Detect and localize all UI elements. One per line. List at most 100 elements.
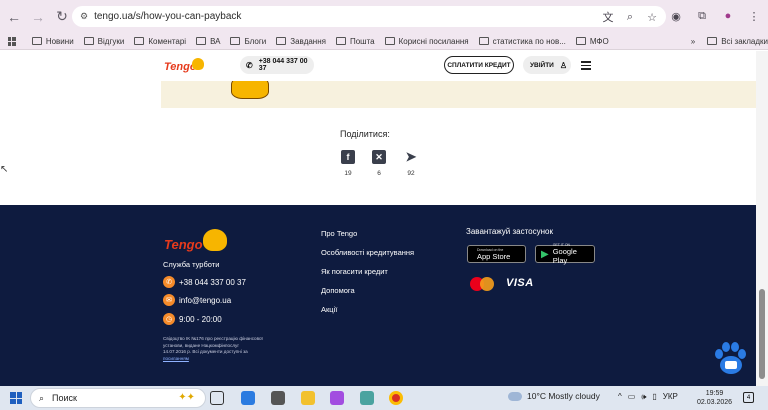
mouse-cursor-icon: ↖ [0,164,9,175]
windows-taskbar: ⌕ Поиск ✦✦ 10°C Mostly cloudy ^ ▭ 🕪 ▯ УК… [0,386,768,410]
bookmark-blogy[interactable]: Блоги [230,37,266,46]
phone-icon: ✆ [246,60,253,70]
zoom-icon[interactable]: ⌕ [622,9,638,25]
bookmark-novyny[interactable]: Новини [31,37,74,46]
bookmark-korysni[interactable]: Корисні посилання [384,37,469,46]
tray-chevron-icon[interactable]: ^ [618,392,622,402]
copilot-app-icon[interactable] [330,391,344,405]
share-count: 6 [377,170,381,177]
notifications-icon[interactable]: 4 [743,392,754,403]
google-play-button[interactable]: ▶ GET IT ON Google Play [535,243,595,265]
browser-toolbar: ← → ↻ ⚙ tengo.ua/s/how-you-can-payback 文… [0,0,768,33]
mascot-banner [161,81,756,108]
folder-icon [196,37,207,45]
share-x[interactable]: ✕ 6 [371,150,387,177]
search-highlight-icon: ✦✦ [178,392,195,403]
volume-icon[interactable]: 🕪 [641,392,646,402]
site-info-icon[interactable]: ⚙ [80,11,88,22]
logo-cat-icon [192,58,204,70]
phone-icon: ✆ [163,276,175,288]
share-telegram[interactable]: ➤ 92 [403,149,419,177]
bookmark-zavdannia[interactable]: Завдання [276,37,326,46]
login-button[interactable]: УВІЙТИ ♙ [523,56,571,74]
footer-email[interactable]: ✉ info@tengo.ua [163,294,231,306]
battery-icon[interactable]: ▯ [652,392,656,402]
app-download-title: Завантажуй застосунок [466,227,553,236]
scrollbar-thumb[interactable] [759,289,765,379]
folder-icon [230,37,241,45]
footer-link-how-to-pay[interactable]: Як погасити кредит [321,267,388,276]
notes-app-icon[interactable] [360,391,374,405]
back-icon[interactable]: ← [4,7,24,27]
reload-icon[interactable]: ↻ [52,7,72,27]
file-explorer-icon[interactable] [301,391,315,405]
address-bar[interactable]: ⚙ tengo.ua/s/how-you-can-payback 文 ⌕ ☆ [72,6,666,27]
footer-link-about[interactable]: Про Tengo [321,229,357,238]
facebook-icon: f [341,150,355,164]
bookmarks-more[interactable]: » [691,37,695,46]
apps-icon[interactable] [8,36,16,46]
cloud-icon [508,391,522,401]
bookmark-komentari[interactable]: Коментарі [134,37,186,46]
store-app-icon[interactable] [241,391,255,405]
footer-phone[interactable]: ✆ +38 044 337 00 37 [163,276,246,288]
chat-paw-icon[interactable] [711,342,749,376]
app-store-button[interactable]: Download on the App Store [467,245,526,263]
site-footer: Tengo Служба турботи ✆ +38 044 337 00 37… [0,205,756,386]
service-title: Служба турботи [163,260,220,269]
clock-icon: ◷ [163,313,175,325]
bookmarks-bar: Новини Відгуки Коментарі ВА Блоги Завдан… [0,33,768,50]
search-icon: ⌕ [39,392,45,403]
page-scrollbar[interactable] [756,51,768,386]
folder-icon [335,37,346,45]
chrome-app-icon[interactable] [389,391,403,405]
telegram-icon: ➤ [405,149,417,164]
taskbar-search[interactable]: ⌕ Поиск ✦✦ [30,388,206,408]
taskbar-clock[interactable]: 19:59 02.03.2026 [697,389,732,407]
forward-icon[interactable]: → [28,7,48,27]
bookmark-poshta[interactable]: Пошта [335,37,375,46]
footer-link-credit-features[interactable]: Особливості кредитування [321,248,414,257]
folder-icon [134,37,145,45]
translate-icon[interactable]: 文 [600,9,616,25]
footer-link-promos[interactable]: Акції [321,305,337,314]
network-icon[interactable]: ▭ [628,392,636,402]
share-facebook[interactable]: f 19 [340,150,356,177]
x-icon: ✕ [372,150,386,164]
all-bookmarks[interactable]: Всі закладки [707,37,768,46]
weather-widget[interactable]: 10°C Mostly cloudy [508,391,600,401]
visa-logo: VISA [506,277,534,289]
calculator-app-icon[interactable] [271,391,285,405]
folder-icon [276,37,287,45]
menu-icon[interactable]: ⋮ [746,8,762,24]
pay-credit-button[interactable]: СПЛАТИТИ КРЕДИТ [444,56,514,74]
mascot-illustration [231,81,269,99]
system-tray: ^ ▭ 🕪 ▯ УКР [618,392,678,402]
footer-logo-cat-icon [203,229,227,251]
legal-text: Свідоцтво ІК №176 про реєстрацію фінансо… [163,336,263,361]
user-icon: ♙ [559,60,568,70]
hamburger-menu-icon[interactable] [581,61,591,70]
folder-icon [83,37,94,45]
header-phone[interactable]: ✆ +38 044 337 00 37 [240,56,314,74]
site-header: Tengo ✆ +38 044 337 00 37 СПЛАТИТИ КРЕДИ… [0,51,768,81]
keyboard-language[interactable]: УКР [663,392,678,402]
folder-icon [31,37,42,45]
folder-icon [575,37,586,45]
share-count: 92 [407,170,415,177]
bookmark-statystyka[interactable]: статистика по нов... [478,37,566,46]
windows-start-icon[interactable] [10,392,22,404]
bookmark-va[interactable]: ВА [196,37,220,46]
extensions-icon[interactable]: ⧉ [694,8,710,24]
footer-link-help[interactable]: Допомога [321,286,355,295]
camera-icon[interactable]: ◉ [668,8,684,24]
task-view-icon[interactable] [210,391,224,405]
legal-link[interactable]: посиланням [163,356,189,361]
bookmark-vidguky[interactable]: Відгуки [83,37,124,46]
bookmark-star-icon[interactable]: ☆ [644,9,660,25]
url-text: tengo.ua/s/how-you-can-payback [94,11,242,22]
folder-icon [384,37,395,45]
google-play-icon: ▶ [541,248,549,260]
bookmark-mfo[interactable]: МФО [575,37,609,46]
profile-icon[interactable]: ● [720,8,736,24]
